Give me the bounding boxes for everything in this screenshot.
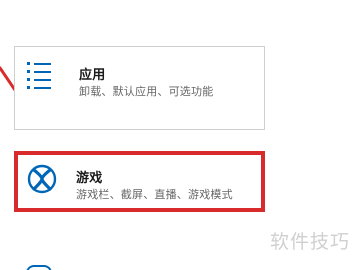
xbox-icon xyxy=(27,164,57,194)
gaming-subtitle: 游戏栏、截屏、直播、游戏模式 xyxy=(76,188,233,201)
watermark: 软件技巧 xyxy=(269,231,350,253)
apps-subtitle: 卸载、默认应用、可选功能 xyxy=(79,85,214,98)
apps-title: 应用 xyxy=(79,68,106,83)
next-item-icon-fragment xyxy=(26,265,52,270)
settings-page: 应用 卸载、默认应用、可选功能 游戏 游戏栏、截屏、直播、游戏模式 软件技巧 xyxy=(0,0,360,270)
gaming-title: 游戏 xyxy=(76,171,103,186)
apps-list-icon xyxy=(27,62,51,89)
